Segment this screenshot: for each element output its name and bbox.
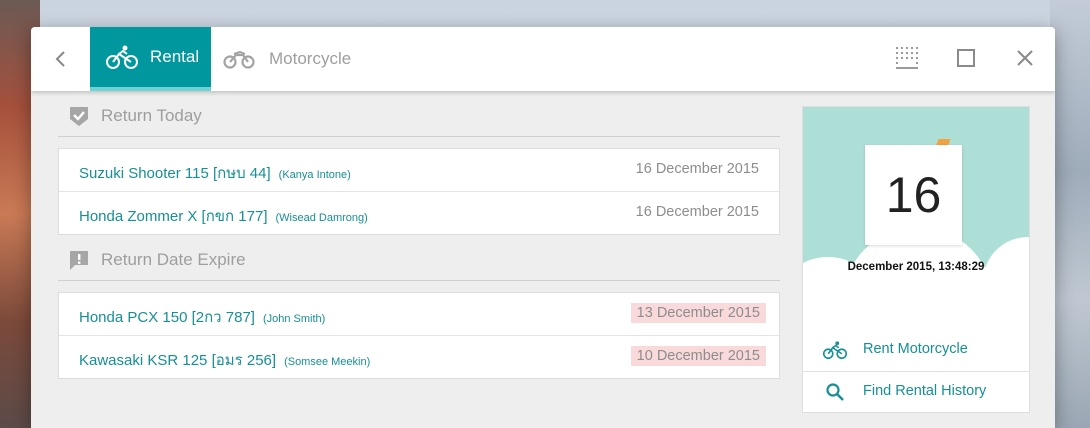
return-today-list: Suzuki Shooter 115 [กษบ 44] (Kanya Intone…: [58, 148, 780, 235]
current-datetime: December 2015, 13:48:29: [847, 261, 985, 273]
bike-label: Kawasaki KSR 125 [อมร 256]: [79, 352, 277, 369]
title-bar: Rental Motorcycle: [31, 27, 1055, 91]
alert-comment-icon: [70, 251, 88, 270]
calendar-day: 16: [865, 145, 962, 245]
return-expire-list: Honda PCX 150 [2กว 787] (John Smith) 13 D…: [58, 292, 780, 379]
calendar-card: 16 December 2015, 13:48:29 Rent Motorcyc…: [802, 106, 1030, 413]
renter-name: (Wisead Damrong): [275, 212, 368, 224]
tab-motorcycle-label: Motorcycle: [269, 49, 352, 68]
expired-date: 10 December 2015: [630, 346, 766, 366]
grid-dots-icon: [896, 47, 918, 69]
chevron-left-icon: [55, 51, 65, 67]
rent-motorcycle-label: Rent Motorcycle: [863, 341, 968, 357]
bike-name: Honda Zommer X [กขก 177] (Wisead Damrong): [79, 204, 368, 228]
cloud-shape: [983, 237, 1029, 319]
expired-date: 13 December 2015: [630, 303, 766, 323]
renter-name: (John Smith): [262, 313, 326, 325]
list-item[interactable]: Honda PCX 150 [2กว 787] (John Smith) 13 D…: [59, 293, 779, 336]
calendar-illustration: 16 December 2015, 13:48:29: [803, 107, 1029, 319]
return-date: 16 December 2015: [635, 204, 759, 220]
bike-label: Honda PCX 150 [2กว 787]: [79, 309, 255, 326]
tab-rental[interactable]: Rental: [90, 27, 211, 91]
close-button[interactable]: [1010, 43, 1040, 73]
list-item[interactable]: Kawasaki KSR 125 [อมร 256] (Somsee Meekin…: [59, 336, 779, 378]
tab-motorcycle[interactable]: Motorcycle: [223, 27, 351, 91]
rental-lists: Return Today Suzuki Shooter 115 [กษบ 44]…: [58, 91, 780, 379]
renter-name: (Kanya Intone): [278, 169, 351, 181]
tab-rental-label: Rental: [150, 47, 200, 66]
list-item[interactable]: Suzuki Shooter 115 [กษบ 44] (Kanya Intone…: [59, 149, 779, 192]
bicycle-icon: [823, 340, 847, 360]
maximize-button[interactable]: [951, 43, 981, 73]
renter-name: (Somsee Meekin): [284, 356, 371, 368]
return-date: 16 December 2015: [635, 161, 759, 177]
section-title: Return Today: [101, 106, 202, 125]
section-header-return-expire: Return Date Expire: [58, 235, 780, 281]
motorcycle-icon: [223, 48, 255, 70]
section-title: Return Date Expire: [101, 250, 246, 269]
bicycle-icon: [106, 44, 138, 70]
close-icon: [1017, 50, 1033, 66]
grid-view-button[interactable]: [892, 43, 922, 73]
bike-name: Suzuki Shooter 115 [กษบ 44] (Kanya Intone…: [79, 161, 351, 185]
bike-name: Kawasaki KSR 125 [อมร 256] (Somsee Meekin…: [79, 348, 370, 372]
find-rental-history-button[interactable]: Find Rental History: [803, 371, 1029, 412]
bike-label: Suzuki Shooter 115 [กษบ 44]: [79, 165, 271, 182]
back-button[interactable]: [43, 41, 79, 77]
shield-check-icon: [70, 107, 88, 126]
section-header-return-today: Return Today: [58, 91, 780, 137]
rent-motorcycle-button[interactable]: Rent Motorcycle: [803, 329, 1029, 372]
app-window: Rental Motorcycle Return Today Suzuki Sh…: [31, 27, 1055, 428]
find-rental-history-label: Find Rental History: [863, 383, 987, 399]
bike-name: Honda PCX 150 [2กว 787] (John Smith): [79, 305, 325, 329]
desktop-background-right: [1050, 0, 1090, 428]
list-item[interactable]: Honda Zommer X [กขก 177] (Wisead Damrong)…: [59, 192, 779, 234]
search-icon: [823, 382, 847, 402]
square-icon: [957, 49, 975, 67]
bike-label: Honda Zommer X [กขก 177]: [79, 208, 268, 225]
